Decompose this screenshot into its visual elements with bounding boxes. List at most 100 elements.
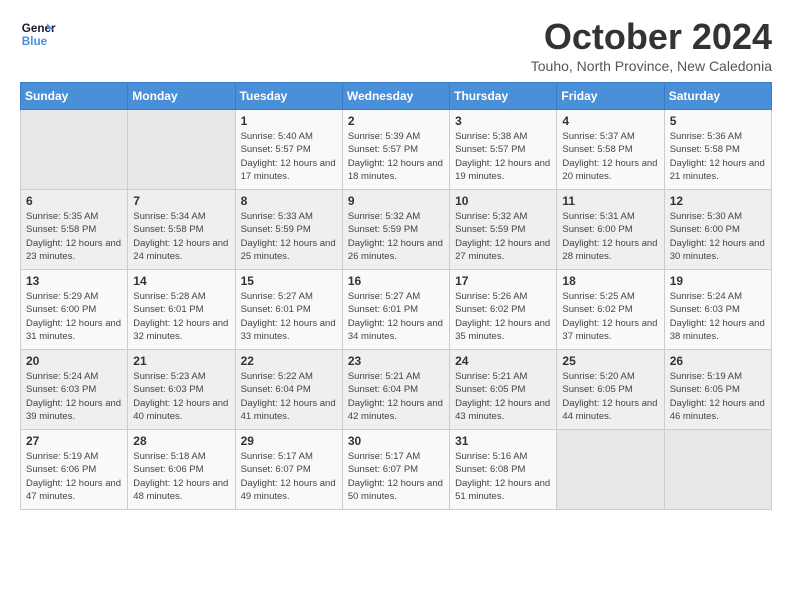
day-info: Sunrise: 5:39 AMSunset: 5:57 PMDaylight:… — [348, 130, 444, 183]
day-cell: 9 Sunrise: 5:32 AMSunset: 5:59 PMDaylight… — [342, 190, 449, 270]
day-info: Sunrise: 5:29 AMSunset: 6:00 PMDaylight:… — [26, 290, 122, 343]
day-cell: 2 Sunrise: 5:39 AMSunset: 5:57 PMDaylight… — [342, 110, 449, 190]
day-info: Sunrise: 5:32 AMSunset: 5:59 PMDaylight:… — [455, 210, 551, 263]
day-number: 25 — [562, 354, 658, 368]
day-number: 10 — [455, 194, 551, 208]
day-cell: 1 Sunrise: 5:40 AMSunset: 5:57 PMDaylight… — [235, 110, 342, 190]
col-header-wednesday: Wednesday — [342, 83, 449, 110]
day-number: 14 — [133, 274, 229, 288]
day-cell: 12 Sunrise: 5:30 AMSunset: 6:00 PMDayligh… — [664, 190, 771, 270]
day-cell: 8 Sunrise: 5:33 AMSunset: 5:59 PMDaylight… — [235, 190, 342, 270]
col-header-thursday: Thursday — [450, 83, 557, 110]
day-info: Sunrise: 5:27 AMSunset: 6:01 PMDaylight:… — [348, 290, 444, 343]
logo: General Blue — [20, 16, 56, 52]
day-cell: 30Sunrise: 5:17 AMSunset: 6:07 PMDayligh… — [342, 430, 449, 510]
day-info: Sunrise: 5:27 AMSunset: 6:01 PMDaylight:… — [241, 290, 337, 343]
day-number: 21 — [133, 354, 229, 368]
day-cell: 10 Sunrise: 5:32 AMSunset: 5:59 PMDayligh… — [450, 190, 557, 270]
day-info: Sunrise: 5:21 AMSunset: 6:05 PMDaylight:… — [455, 370, 551, 423]
day-cell: 28 Sunrise: 5:18 AMSunset: 6:06 PMDayligh… — [128, 430, 235, 510]
day-info: Sunrise: 5:33 AMSunset: 5:59 PMDaylight:… — [241, 210, 337, 263]
day-info: Sunrise: 5:18 AMSunset: 6:06 PMDaylight:… — [133, 450, 229, 503]
day-cell: 27Sunrise: 5:19 AMSunset: 6:06 PMDayligh… — [21, 430, 128, 510]
day-info: Sunrise: 5:38 AMSunset: 5:57 PMDaylight:… — [455, 130, 551, 183]
month-title: October 2024 — [531, 16, 772, 58]
day-info: Sunrise: 5:28 AMSunset: 6:01 PMDaylight:… — [133, 290, 229, 343]
title-block: October 2024 Touho, North Province, New … — [531, 16, 772, 74]
day-cell: 23Sunrise: 5:21 AMSunset: 6:04 PMDayligh… — [342, 350, 449, 430]
calendar-header-row: SundayMondayTuesdayWednesdayThursdayFrid… — [21, 83, 772, 110]
day-number: 17 — [455, 274, 551, 288]
day-number: 1 — [241, 114, 337, 128]
day-number: 13 — [26, 274, 122, 288]
day-info: Sunrise: 5:36 AMSunset: 5:58 PMDaylight:… — [670, 130, 766, 183]
day-info: Sunrise: 5:21 AMSunset: 6:04 PMDaylight:… — [348, 370, 444, 423]
col-header-monday: Monday — [128, 83, 235, 110]
day-info: Sunrise: 5:22 AMSunset: 6:04 PMDaylight:… — [241, 370, 337, 423]
day-cell: 6Sunrise: 5:35 AMSunset: 5:58 PMDaylight… — [21, 190, 128, 270]
day-number: 5 — [670, 114, 766, 128]
calendar-body: 1 Sunrise: 5:40 AMSunset: 5:57 PMDaylight… — [21, 110, 772, 510]
day-cell: 21Sunrise: 5:23 AMSunset: 6:03 PMDayligh… — [128, 350, 235, 430]
day-cell: 13 Sunrise: 5:29 AMSunset: 6:00 PMDayligh… — [21, 270, 128, 350]
day-number: 22 — [241, 354, 337, 368]
col-header-friday: Friday — [557, 83, 664, 110]
day-cell: 16Sunrise: 5:27 AMSunset: 6:01 PMDayligh… — [342, 270, 449, 350]
day-number: 9 — [348, 194, 444, 208]
day-cell: 29 Sunrise: 5:17 AMSunset: 6:07 PMDayligh… — [235, 430, 342, 510]
day-number: 12 — [670, 194, 766, 208]
day-number: 26 — [670, 354, 766, 368]
day-cell: 7Sunrise: 5:34 AMSunset: 5:58 PMDaylight… — [128, 190, 235, 270]
col-header-sunday: Sunday — [21, 83, 128, 110]
day-info: Sunrise: 5:40 AMSunset: 5:57 PMDaylight:… — [241, 130, 337, 183]
calendar-table: SundayMondayTuesdayWednesdayThursdayFrid… — [20, 82, 772, 510]
day-number: 3 — [455, 114, 551, 128]
day-info: Sunrise: 5:16 AMSunset: 6:08 PMDaylight:… — [455, 450, 551, 503]
week-row-3: 13 Sunrise: 5:29 AMSunset: 6:00 PMDayligh… — [21, 270, 772, 350]
day-cell — [557, 430, 664, 510]
day-cell — [21, 110, 128, 190]
day-cell: 18 Sunrise: 5:25 AMSunset: 6:02 PMDayligh… — [557, 270, 664, 350]
day-cell: 20 Sunrise: 5:24 AMSunset: 6:03 PMDayligh… — [21, 350, 128, 430]
subtitle: Touho, North Province, New Caledonia — [531, 58, 772, 74]
day-cell: 15 Sunrise: 5:27 AMSunset: 6:01 PMDayligh… — [235, 270, 342, 350]
day-info: Sunrise: 5:24 AMSunset: 6:03 PMDaylight:… — [670, 290, 766, 343]
day-cell — [664, 430, 771, 510]
week-row-5: 27Sunrise: 5:19 AMSunset: 6:06 PMDayligh… — [21, 430, 772, 510]
day-number: 24 — [455, 354, 551, 368]
day-number: 27 — [26, 434, 122, 448]
svg-text:Blue: Blue — [22, 35, 48, 48]
day-cell: 3 Sunrise: 5:38 AMSunset: 5:57 PMDaylight… — [450, 110, 557, 190]
day-cell: 31Sunrise: 5:16 AMSunset: 6:08 PMDayligh… — [450, 430, 557, 510]
day-info: Sunrise: 5:17 AMSunset: 6:07 PMDaylight:… — [241, 450, 337, 503]
week-row-4: 20 Sunrise: 5:24 AMSunset: 6:03 PMDayligh… — [21, 350, 772, 430]
logo-icon: General Blue — [20, 16, 56, 52]
day-info: Sunrise: 5:24 AMSunset: 6:03 PMDaylight:… — [26, 370, 122, 423]
day-info: Sunrise: 5:25 AMSunset: 6:02 PMDaylight:… — [562, 290, 658, 343]
day-number: 15 — [241, 274, 337, 288]
day-info: Sunrise: 5:30 AMSunset: 6:00 PMDaylight:… — [670, 210, 766, 263]
day-info: Sunrise: 5:19 AMSunset: 6:05 PMDaylight:… — [670, 370, 766, 423]
day-cell: 17Sunrise: 5:26 AMSunset: 6:02 PMDayligh… — [450, 270, 557, 350]
day-number: 20 — [26, 354, 122, 368]
day-number: 19 — [670, 274, 766, 288]
day-cell: 25 Sunrise: 5:20 AMSunset: 6:05 PMDayligh… — [557, 350, 664, 430]
day-info: Sunrise: 5:20 AMSunset: 6:05 PMDaylight:… — [562, 370, 658, 423]
day-number: 7 — [133, 194, 229, 208]
day-number: 29 — [241, 434, 337, 448]
day-number: 18 — [562, 274, 658, 288]
day-number: 2 — [348, 114, 444, 128]
day-number: 4 — [562, 114, 658, 128]
day-cell: 19 Sunrise: 5:24 AMSunset: 6:03 PMDayligh… — [664, 270, 771, 350]
col-header-saturday: Saturday — [664, 83, 771, 110]
day-info: Sunrise: 5:32 AMSunset: 5:59 PMDaylight:… — [348, 210, 444, 263]
day-number: 8 — [241, 194, 337, 208]
day-cell: 5 Sunrise: 5:36 AMSunset: 5:58 PMDaylight… — [664, 110, 771, 190]
week-row-2: 6Sunrise: 5:35 AMSunset: 5:58 PMDaylight… — [21, 190, 772, 270]
page: General Blue October 2024 Touho, North P… — [0, 0, 792, 526]
day-info: Sunrise: 5:17 AMSunset: 6:07 PMDaylight:… — [348, 450, 444, 503]
day-number: 28 — [133, 434, 229, 448]
day-info: Sunrise: 5:35 AMSunset: 5:58 PMDaylight:… — [26, 210, 122, 263]
day-cell: 26 Sunrise: 5:19 AMSunset: 6:05 PMDayligh… — [664, 350, 771, 430]
day-info: Sunrise: 5:31 AMSunset: 6:00 PMDaylight:… — [562, 210, 658, 263]
